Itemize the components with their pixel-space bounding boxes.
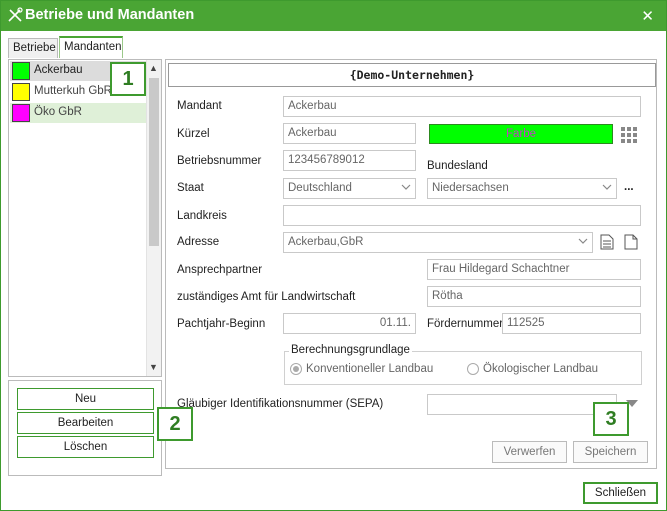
staat-select[interactable]: Deutschland bbox=[283, 178, 416, 199]
scroll-thumb[interactable] bbox=[149, 78, 159, 246]
adresse-value: Ackerbau,GbR bbox=[288, 236, 364, 248]
kuerzel-label: Kürzel bbox=[177, 128, 210, 140]
betriebsnummer-label: Betriebsnummer bbox=[177, 155, 262, 167]
foerdernummer-label: Fördernummer bbox=[427, 318, 504, 330]
landkreis-field[interactable] bbox=[283, 205, 641, 226]
list-item-label: Mutterkuh GbR bbox=[34, 85, 112, 97]
app-tools-icon bbox=[8, 7, 23, 22]
delete-button[interactable]: Löschen bbox=[17, 436, 154, 458]
amt-label: zuständiges Amt für Landwirtschaft bbox=[177, 291, 356, 303]
landkreis-label: Landkreis bbox=[177, 210, 227, 222]
address-details-icon[interactable] bbox=[600, 234, 614, 250]
ansprechpartner-field[interactable]: Frau Hildegard Schachtner bbox=[427, 259, 641, 280]
close-button[interactable]: Schließen bbox=[583, 482, 658, 504]
pachtjahr-label: Pachtjahr-Beginn bbox=[177, 318, 266, 330]
mandant-label: Mandant bbox=[177, 100, 222, 112]
color-grid-icon[interactable] bbox=[621, 127, 637, 143]
berechnungsgrundlage-label: Berechnungsgrundlage bbox=[289, 344, 412, 356]
mandant-field[interactable]: Ackerbau bbox=[283, 96, 641, 117]
staat-value: Deutschland bbox=[288, 182, 352, 194]
title-bar: Betriebe und Mandanten ✕ bbox=[1, 1, 666, 31]
adresse-select[interactable]: Ackerbau,GbR bbox=[283, 232, 593, 253]
color-swatch bbox=[12, 62, 30, 80]
main-window: Betriebe und Mandanten ✕ Betriebe Mandan… bbox=[0, 0, 667, 511]
list-item-label: Ackerbau bbox=[34, 64, 83, 76]
color-swatch bbox=[12, 104, 30, 122]
foerdernummer-field[interactable]: 112525 bbox=[502, 313, 641, 334]
list-item-label: Öko GbR bbox=[34, 106, 82, 118]
callout-3: 3 bbox=[593, 402, 629, 436]
radio-konventionell-label: Konventioneller Landbau bbox=[306, 363, 434, 375]
save-button[interactable]: Speichern bbox=[573, 441, 648, 463]
tab-betriebe[interactable]: Betriebe bbox=[8, 38, 58, 58]
sepa-field[interactable] bbox=[427, 394, 617, 415]
bundesland-label: Bundesland bbox=[427, 160, 488, 172]
kuerzel-field[interactable]: Ackerbau bbox=[283, 123, 416, 144]
callout-1: 1 bbox=[110, 62, 146, 96]
staat-label: Staat bbox=[177, 182, 204, 194]
radio-oekologisch[interactable] bbox=[467, 363, 479, 375]
window-title: Betriebe und Mandanten bbox=[25, 7, 195, 23]
new-button[interactable]: Neu bbox=[17, 388, 154, 410]
pachtjahr-field[interactable]: 01.11. bbox=[283, 313, 416, 334]
adresse-label: Adresse bbox=[177, 236, 220, 248]
tab-mandanten[interactable]: Mandanten bbox=[59, 36, 123, 58]
betriebsnummer-field[interactable]: 123456789012 bbox=[283, 150, 416, 171]
sepa-label: Gläubiger Identifikationsnummer (SEPA) bbox=[177, 398, 384, 410]
bundesland-value: Niedersachsen bbox=[432, 182, 509, 194]
chevron-down-icon bbox=[401, 184, 411, 190]
color-swatch bbox=[12, 83, 30, 101]
new-document-icon[interactable] bbox=[624, 234, 638, 250]
discard-button[interactable]: Verwerfen bbox=[492, 441, 567, 463]
amt-field[interactable]: Rötha bbox=[427, 286, 641, 307]
list-scrollbar[interactable]: ▲ ▼ bbox=[146, 60, 161, 376]
chevron-down-icon bbox=[602, 184, 612, 190]
scroll-up-icon[interactable]: ▲ bbox=[149, 63, 158, 73]
list-item-oeko[interactable]: Öko GbR bbox=[10, 103, 147, 123]
ansprechpartner-label: Ansprechpartner bbox=[177, 264, 263, 276]
close-icon[interactable]: ✕ bbox=[641, 7, 654, 25]
more-options-icon[interactable]: ... bbox=[624, 181, 634, 193]
radio-konventionell[interactable] bbox=[290, 363, 302, 375]
color-picker-button[interactable]: Farbe bbox=[429, 124, 613, 144]
bundesland-select[interactable]: Niedersachsen bbox=[427, 178, 617, 199]
radio-oekologisch-label: Ökologischer Landbau bbox=[483, 363, 599, 375]
company-heading: {Demo-Unternehmen} bbox=[168, 63, 656, 87]
edit-button[interactable]: Bearbeiten bbox=[17, 412, 154, 434]
callout-2: 2 bbox=[157, 407, 193, 441]
scroll-down-icon[interactable]: ▼ bbox=[149, 362, 158, 372]
chevron-down-icon bbox=[578, 238, 588, 244]
mandant-list: Ackerbau Mutterkuh GbR Öko GbR ▲ ▼ bbox=[8, 59, 162, 377]
